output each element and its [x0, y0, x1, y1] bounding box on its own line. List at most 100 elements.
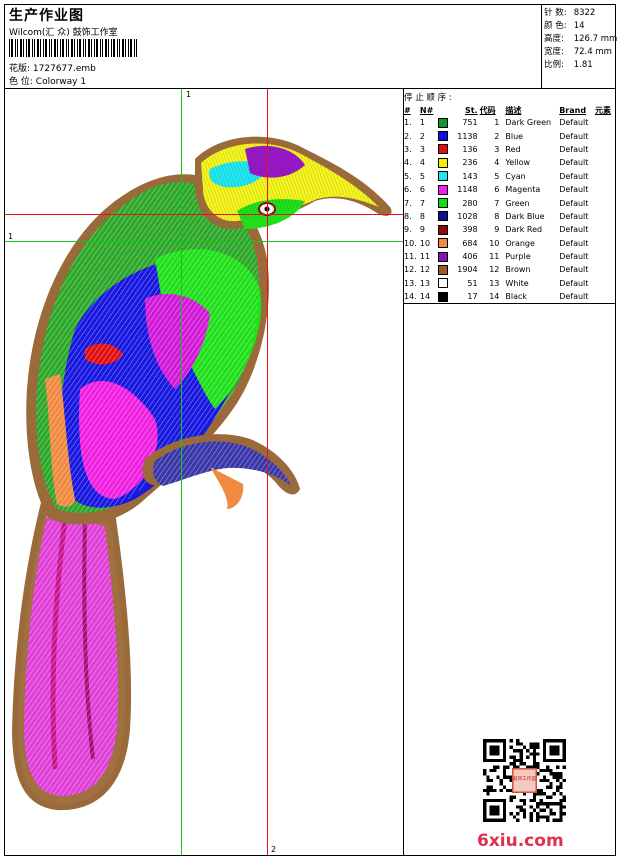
barcode	[9, 39, 137, 57]
col-header	[438, 104, 452, 116]
color-row: 2. 2 1138 2 Blue Default	[404, 129, 615, 142]
stop-sequence-title: 停 止 顺 序 :	[404, 93, 452, 103]
color-description: Green	[505, 198, 530, 208]
col-header: #	[404, 105, 411, 115]
thread-swatch	[437, 117, 448, 128]
stitch-count: 136	[462, 144, 478, 154]
color-code: 12	[489, 265, 500, 275]
color-swatch	[437, 223, 452, 236]
stat-label: 比例:	[544, 60, 564, 70]
color-description: Cyan	[505, 171, 526, 181]
needle-number: 1	[419, 118, 426, 128]
stitch-count: 1148	[457, 185, 478, 195]
color-row: 1. 1 751 1 Dark Green Default	[404, 116, 615, 129]
thread-brand: Default	[559, 211, 589, 221]
stat-value: 8322	[573, 8, 596, 18]
stat-value: 14	[573, 21, 585, 31]
stitch-count: 406	[462, 252, 478, 262]
color-table-header: # N# St. 代码 描述 Brand 元素	[404, 104, 615, 116]
design-label: 花版:	[9, 64, 31, 74]
color-description: Dark Red	[505, 225, 543, 235]
color-swatch	[437, 237, 452, 250]
stat-label: 宽度:	[544, 47, 564, 57]
stat-value: 126.7 mm	[573, 34, 618, 44]
color-code: 11	[489, 252, 500, 262]
row-index: 3.	[404, 144, 412, 154]
color-code: 8	[494, 211, 500, 221]
stitch-count: 1028	[457, 211, 478, 221]
stat-label: 高度:	[544, 34, 564, 44]
vertical-guide-red	[267, 89, 268, 855]
color-table: # N# St. 代码 描述 Brand 元素 1. 1 7 51 1 Dark Gree…	[404, 104, 615, 303]
color-row: 10. 10 684 10 Orange Default	[404, 237, 615, 250]
stat-height: 高度: 126.7 mm	[544, 32, 617, 44]
thread-swatch	[437, 171, 448, 182]
col-header: Brand	[559, 105, 587, 115]
color-row: 8. 8 1028 8 Dark Blue Default	[404, 210, 615, 223]
stat-colors: 颜 色: 14	[544, 19, 585, 31]
qr-stamp-text: 鼓饰工作室	[513, 775, 537, 782]
element-cell	[595, 237, 615, 250]
col-header: St.	[464, 105, 478, 115]
thread-swatch	[437, 278, 448, 289]
qr-code: 鼓饰工作室	[483, 739, 566, 822]
col-header: 代码	[479, 105, 496, 115]
color-description: Dark Green	[505, 118, 552, 128]
thread-swatch	[437, 198, 448, 209]
thread-swatch	[437, 264, 448, 275]
bird-embroidery	[11, 136, 392, 811]
row-index: 11.	[404, 252, 417, 262]
thread-brand: Default	[559, 225, 589, 235]
element-cell	[595, 210, 615, 223]
row-index: 1.	[404, 118, 412, 128]
color-swatch	[437, 116, 452, 129]
color-row: 4. 4 236 4 Yellow Default	[404, 156, 615, 169]
row-index: 9.	[404, 225, 412, 235]
element-cell	[595, 277, 615, 290]
element-cell	[595, 250, 615, 263]
needle-number: 6	[419, 185, 426, 195]
watermark-logo: 6xiu.com	[477, 831, 564, 851]
row-index: 5.	[404, 171, 412, 181]
row-index: 10.	[404, 238, 417, 248]
guide-label-h: 1	[8, 232, 14, 241]
needle-number: 14	[419, 292, 431, 302]
col-header: 描述	[505, 105, 522, 115]
color-swatch	[437, 277, 452, 290]
horizontal-guide-green	[5, 241, 403, 242]
stat-label: 针 数:	[544, 8, 567, 18]
thread-swatch	[437, 224, 448, 235]
sheet-title: 生产作业图	[9, 8, 84, 24]
color-code: 13	[489, 278, 500, 288]
stat-value: 1.81	[573, 60, 593, 70]
stitch-count: 236	[462, 158, 478, 168]
element-cell	[595, 116, 615, 129]
production-sheet: 生产作业图 Wilcom(汇 众) 鼓饰工作室 花版: 1727677.emb …	[4, 4, 617, 856]
row-index: 13.	[404, 278, 417, 288]
stitch-count: 143	[462, 171, 478, 181]
stat-scale: 比例: 1.81	[544, 58, 593, 70]
row-index: 2.	[404, 131, 412, 141]
stitch-count: 17	[467, 292, 478, 302]
element-cell	[595, 290, 615, 303]
element-cell	[595, 183, 615, 196]
row-index: 8.	[404, 211, 412, 221]
thread-brand: Default	[559, 292, 589, 302]
horizontal-guide-red	[5, 214, 403, 215]
col-header: N#	[419, 105, 434, 115]
thread-swatch	[437, 184, 448, 195]
color-description: White	[505, 278, 529, 288]
thread-brand: Default	[559, 238, 589, 248]
color-code: 14	[489, 292, 500, 302]
stitch-count: 51	[467, 278, 478, 288]
thread-swatch	[437, 131, 448, 142]
color-code: 2	[494, 131, 500, 141]
stop-sequence-panel: 停 止 顺 序 : # N# St. 代码 描述 Brand 元素 1. 1 7 51…	[404, 89, 615, 855]
needle-number: 10	[419, 238, 431, 248]
color-swatch	[437, 196, 452, 209]
stitch-count: 398	[462, 225, 478, 235]
thread-brand: Default	[559, 171, 589, 181]
thread-brand: Default	[559, 198, 589, 208]
color-description: Red	[505, 144, 521, 154]
stitch-count: 684	[462, 238, 478, 248]
